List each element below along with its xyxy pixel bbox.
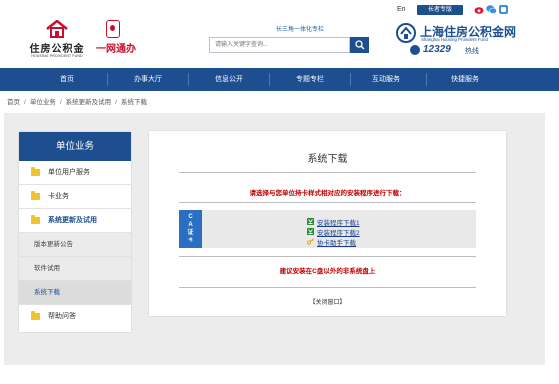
breadcrumb-separator: / bbox=[24, 99, 26, 106]
download-link-text[interactable]: 协卡助手下载 bbox=[317, 237, 356, 247]
site-header: 住房公积金 HOUSING PROVIDENT FUND 一网通办 长三角一体化… bbox=[0, 0, 559, 68]
search-input[interactable] bbox=[209, 37, 350, 53]
download-content: 系统下载 请选择与您单位持卡样式相对应的安装程序进行下载： C A 证 书 安装… bbox=[149, 131, 506, 316]
divider bbox=[179, 256, 476, 257]
sidebar-subitem-download[interactable]: 系统下载 bbox=[19, 281, 131, 305]
sidebar-item-system-update[interactable]: 系统更新及试用 bbox=[19, 209, 131, 233]
site-logo-icon bbox=[396, 23, 416, 43]
app-icon[interactable] bbox=[498, 4, 509, 15]
sidebar: 单位业务 单位用户服务 卡业务 系统更新及试用 版本更新公告 软件试用 系统下载… bbox=[19, 132, 131, 332]
social-links bbox=[474, 4, 508, 15]
breadcrumb: 首页 / 单位业务 / 系统更新及试用 / 系统下载 bbox=[7, 96, 147, 108]
install-note: 建议安装在C盘以外的非系统盘上 bbox=[279, 268, 376, 275]
hotline-label: 热线 bbox=[465, 48, 479, 55]
sidebar-item-label: 系统更新及试用 bbox=[48, 217, 97, 224]
phone-icon bbox=[410, 45, 420, 55]
breadcrumb-current: 系统下载 bbox=[120, 99, 147, 106]
sidebar-subitem-label: 软件试用 bbox=[34, 265, 60, 272]
ca-badge-char: 书 bbox=[188, 237, 193, 242]
one-net-logo[interactable]: 一网通办 bbox=[92, 20, 140, 58]
close-window-link[interactable]: 【关闭窗口】 bbox=[149, 297, 506, 306]
sidebar-subitem-trial[interactable]: 软件试用 bbox=[19, 257, 131, 281]
folder-icon bbox=[31, 311, 40, 320]
breadcrumb-separator: / bbox=[59, 99, 62, 106]
one-net-icon bbox=[106, 20, 120, 38]
installer-icon bbox=[307, 228, 314, 235]
search-bar bbox=[209, 37, 369, 53]
folder-icon bbox=[31, 167, 40, 176]
sidebar-item-card[interactable]: 卡业务 bbox=[19, 185, 131, 209]
search-icon bbox=[355, 40, 365, 50]
one-net-text: 一网通办 bbox=[96, 44, 136, 55]
hpf-logo[interactable]: 住房公积金 HOUSING PROVIDENT FUND bbox=[26, 20, 88, 62]
ca-badge-char: C bbox=[188, 214, 193, 220]
download-link-text[interactable]: 安装程序下载2 bbox=[317, 227, 360, 237]
language-switch[interactable]: En bbox=[397, 6, 406, 13]
hpf-logo-icon bbox=[46, 20, 68, 38]
elder-mode-button[interactable]: 长者专版 bbox=[417, 5, 463, 15]
folder-icon bbox=[31, 191, 40, 200]
breadcrumb-separator: / bbox=[115, 99, 117, 106]
sidebar-item-label: 卡业务 bbox=[48, 193, 69, 200]
main-nav: 首页 办事大厅 信息公开 专题专栏 互动服务 快捷服务 bbox=[0, 68, 559, 91]
hpf-logo-en: HOUSING PROVIDENT FUND bbox=[31, 54, 83, 58]
sidebar-item-help[interactable]: 帮助问答 bbox=[19, 305, 131, 329]
nav-item-home[interactable]: 首页 bbox=[27, 68, 107, 91]
divider bbox=[179, 202, 476, 203]
sidebar-subitem-version[interactable]: 版本更新公告 bbox=[19, 233, 131, 257]
sidebar-title: 单位业务 bbox=[19, 132, 131, 161]
page-title: 系统下载 bbox=[307, 154, 348, 165]
divider bbox=[179, 172, 476, 173]
ca-download-box: C A 证 书 安装程序下载1 安装程序下载2 协卡助手下载 bbox=[179, 210, 476, 248]
ca-badge-char: A bbox=[188, 222, 193, 228]
hotline: 12329 热线 bbox=[410, 44, 500, 57]
breadcrumb-home[interactable]: 首页 bbox=[7, 96, 20, 106]
yrd-column-link[interactable]: 长三角一体化专栏 bbox=[276, 24, 324, 33]
sidebar-subitem-label: 系统下载 bbox=[34, 289, 60, 296]
download-instruction: 请选择与您单位持卡样式相对应的安装程序进行下载： bbox=[249, 190, 406, 197]
sidebar-item-unit-user[interactable]: 单位用户服务 bbox=[19, 161, 131, 185]
nav-item-service-hall[interactable]: 办事大厅 bbox=[108, 68, 188, 91]
nav-item-info[interactable]: 信息公开 bbox=[189, 68, 269, 91]
installer-icon bbox=[307, 218, 314, 225]
sidebar-subitem-label: 版本更新公告 bbox=[34, 241, 73, 248]
key-icon bbox=[307, 238, 314, 245]
nav-item-quick[interactable]: 快捷服务 bbox=[425, 68, 505, 91]
weibo-icon[interactable] bbox=[474, 4, 485, 15]
hpf-logo-text: 住房公积金 bbox=[29, 44, 85, 55]
divider bbox=[179, 287, 476, 288]
nav-item-interactive[interactable]: 互动服务 bbox=[346, 68, 426, 91]
download-link-text[interactable]: 安装程序下载1 bbox=[317, 217, 360, 227]
sidebar-item-label: 帮助问答 bbox=[48, 313, 76, 320]
hotline-number: 12329 bbox=[423, 44, 451, 55]
site-logo-en: Shanghai Housing Provident Fund bbox=[421, 37, 488, 42]
sidebar-item-label: 单位用户服务 bbox=[48, 169, 90, 176]
breadcrumb-unit[interactable]: 单位业务 bbox=[30, 96, 56, 106]
search-button[interactable] bbox=[350, 37, 369, 53]
wechat-icon[interactable] bbox=[486, 4, 497, 15]
ca-badge-char: 证 bbox=[187, 230, 194, 236]
ca-badge: C A 证 书 bbox=[179, 210, 202, 248]
breadcrumb-system[interactable]: 系统更新及试用 bbox=[66, 96, 112, 106]
folder-icon bbox=[31, 215, 40, 224]
nav-item-topics[interactable]: 专题专栏 bbox=[270, 68, 350, 91]
